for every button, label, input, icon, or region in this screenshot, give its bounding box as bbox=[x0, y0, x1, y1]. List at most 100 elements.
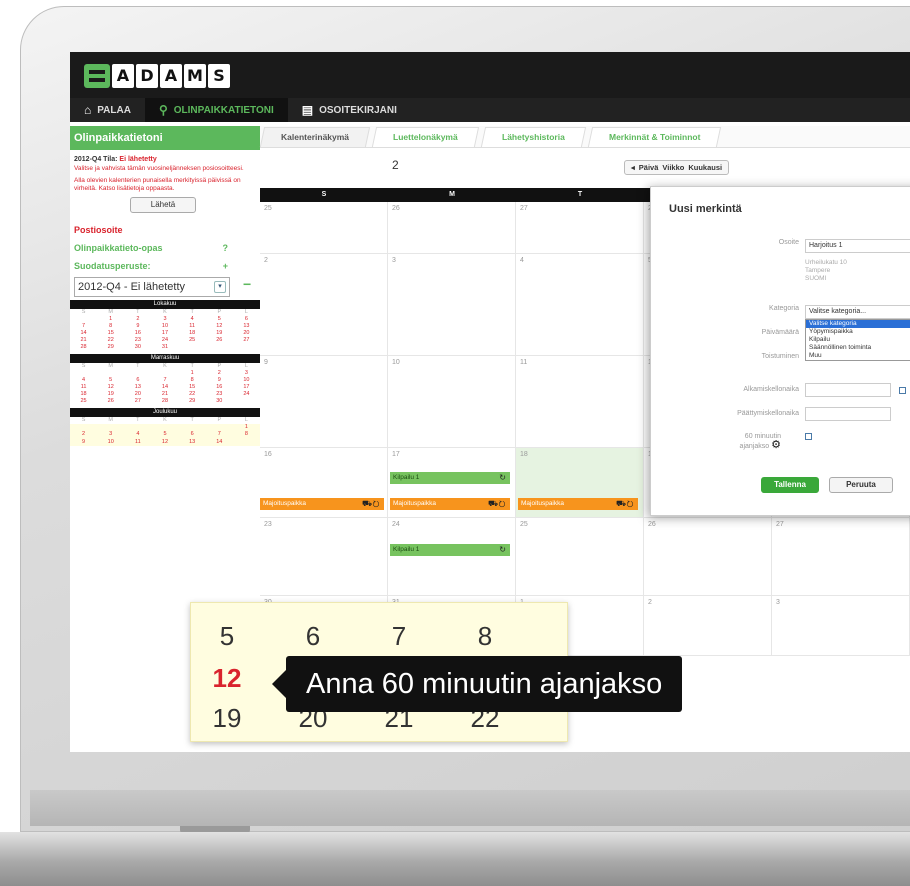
mini-day[interactable]: 8 bbox=[97, 323, 124, 330]
mini-day[interactable]: 7 bbox=[151, 377, 178, 384]
mini-day[interactable]: 4 bbox=[124, 431, 151, 438]
calendar-day-cell[interactable]: 2 bbox=[644, 596, 772, 656]
mini-day[interactable]: 2 bbox=[124, 316, 151, 323]
mini-day[interactable]: 29 bbox=[97, 344, 124, 351]
mini-day[interactable]: 2 bbox=[70, 431, 97, 438]
mini-day[interactable]: 10 bbox=[233, 377, 260, 384]
mini-day[interactable] bbox=[97, 370, 124, 377]
mini-day[interactable]: 1 bbox=[97, 316, 124, 323]
nav-address-book[interactable]: ▤ OSOITEKIRJANI bbox=[288, 98, 411, 122]
mini-day[interactable]: 12 bbox=[206, 323, 233, 330]
mini-day[interactable]: 6 bbox=[124, 377, 151, 384]
mini-day[interactable]: 26 bbox=[97, 398, 124, 405]
category-option[interactable]: Valitse kategoria bbox=[806, 320, 910, 328]
mini-day[interactable]: 18 bbox=[179, 330, 206, 337]
mini-day[interactable]: 12 bbox=[151, 439, 178, 446]
mini-day[interactable]: 5 bbox=[206, 316, 233, 323]
mini-day[interactable]: 14 bbox=[70, 330, 97, 337]
start-time-field[interactable] bbox=[805, 383, 891, 397]
mini-day[interactable]: 2 bbox=[206, 370, 233, 377]
mini-day[interactable]: 13 bbox=[179, 439, 206, 446]
event-competition[interactable]: Kilpailu 1 ↻ bbox=[390, 544, 510, 556]
mini-day[interactable] bbox=[179, 424, 206, 431]
mini-day[interactable]: 3 bbox=[97, 431, 124, 438]
day-view-button[interactable]: Päivä bbox=[639, 163, 659, 172]
mini-day[interactable]: 12 bbox=[97, 384, 124, 391]
mini-day[interactable]: 23 bbox=[206, 391, 233, 398]
mini-day[interactable]: 28 bbox=[70, 344, 97, 351]
calendar-day-cell[interactable]: 9 bbox=[260, 356, 388, 448]
mini-day[interactable]: 30 bbox=[124, 344, 151, 351]
nav-location[interactable]: ⚲ OLINPAIKKATIETONI bbox=[144, 98, 288, 122]
mini-day[interactable]: 9 bbox=[70, 439, 97, 446]
category-dropdown[interactable]: Valitse kategoria Yöpymispaikka Kilpailu… bbox=[805, 319, 910, 361]
mini-day[interactable]: 10 bbox=[97, 439, 124, 446]
mini-day[interactable]: 17 bbox=[151, 330, 178, 337]
mini-day[interactable]: 7 bbox=[206, 431, 233, 438]
mini-day[interactable]: 27 bbox=[233, 337, 260, 344]
mini-day[interactable]: 24 bbox=[233, 391, 260, 398]
save-button[interactable]: Tallenna bbox=[761, 477, 819, 493]
help-icon[interactable]: ? bbox=[223, 243, 229, 253]
calendar-day-cell[interactable]: 26 bbox=[644, 518, 772, 596]
mini-day[interactable]: 20 bbox=[233, 330, 260, 337]
mini-day[interactable] bbox=[151, 370, 178, 377]
month-view-button[interactable]: Kuukausi bbox=[688, 163, 722, 172]
filters-link[interactable]: Suodatusperuste: + bbox=[70, 253, 260, 271]
calendar-day-cell[interactable]: 10 bbox=[388, 356, 516, 448]
mini-day[interactable]: 24 bbox=[151, 337, 178, 344]
calendar-day-cell[interactable]: 2 bbox=[260, 254, 388, 356]
mini-day[interactable]: 19 bbox=[97, 391, 124, 398]
calendar-day-cell[interactable]: 3 bbox=[772, 596, 910, 656]
category-option[interactable]: Kilpailu bbox=[806, 336, 910, 344]
filter-select[interactable]: 2012-Q4 - Ei lähetetty ▾ bbox=[74, 277, 230, 297]
mini-day[interactable]: 14 bbox=[206, 439, 233, 446]
mini-day[interactable]: 17 bbox=[233, 384, 260, 391]
mini-day[interactable]: 6 bbox=[179, 431, 206, 438]
mini-day[interactable] bbox=[70, 316, 97, 323]
mini-day[interactable]: 14 bbox=[151, 384, 178, 391]
cancel-button[interactable]: Peruuta bbox=[829, 477, 893, 493]
mini-day[interactable]: 29 bbox=[179, 398, 206, 405]
mini-day[interactable] bbox=[97, 424, 124, 431]
mini-day[interactable]: 8 bbox=[179, 377, 206, 384]
category-option[interactable]: Säännöllinen toiminta bbox=[806, 344, 910, 352]
mini-day[interactable] bbox=[206, 424, 233, 431]
week-view-button[interactable]: Viikko bbox=[662, 163, 684, 172]
remove-filter-icon[interactable]: − bbox=[243, 276, 251, 292]
category-option[interactable]: Yöpymispaikka bbox=[806, 328, 910, 336]
mini-day[interactable]: 15 bbox=[97, 330, 124, 337]
mini-day[interactable]: 13 bbox=[124, 384, 151, 391]
mini-day[interactable]: 20 bbox=[124, 391, 151, 398]
postal-address-link[interactable]: Postiosoite bbox=[70, 213, 260, 235]
adams-logo[interactable]: A D A M S bbox=[84, 64, 230, 88]
add-icon[interactable]: + bbox=[223, 261, 228, 271]
calendar-day-cell[interactable]: 25 bbox=[260, 202, 388, 254]
mini-day[interactable] bbox=[124, 424, 151, 431]
event-lodging[interactable]: Majoituspaikka ⛟↻ bbox=[518, 498, 638, 510]
mini-day[interactable]: 5 bbox=[151, 431, 178, 438]
tab-calendar[interactable]: Kalenterinäkymä bbox=[259, 127, 371, 147]
mini-day[interactable]: 15 bbox=[179, 384, 206, 391]
mini-day[interactable]: 21 bbox=[151, 391, 178, 398]
send-button[interactable]: Lähetä bbox=[130, 197, 196, 213]
calendar-day-cell[interactable]: 4 bbox=[516, 254, 644, 356]
mini-day[interactable]: 7 bbox=[70, 323, 97, 330]
calendar-day-cell[interactable]: 3 bbox=[388, 254, 516, 356]
mini-day[interactable]: 11 bbox=[124, 439, 151, 446]
mini-day[interactable]: 3 bbox=[233, 370, 260, 377]
mini-day[interactable]: 30 bbox=[206, 398, 233, 405]
event-lodging[interactable]: Majoituspaikka ⛟↻ bbox=[390, 498, 510, 510]
mini-day[interactable]: 16 bbox=[124, 330, 151, 337]
slot-checkbox[interactable] bbox=[805, 433, 812, 440]
calendar-day-cell[interactable]: 23 bbox=[260, 518, 388, 596]
mini-day[interactable]: 1 bbox=[233, 424, 260, 431]
calendar-day-cell[interactable]: 24 bbox=[388, 518, 516, 596]
mini-day[interactable]: 23 bbox=[124, 337, 151, 344]
nav-back[interactable]: ⌂ PALAA bbox=[70, 98, 145, 122]
mini-day[interactable]: 4 bbox=[70, 377, 97, 384]
mini-day[interactable] bbox=[70, 424, 97, 431]
end-time-field[interactable] bbox=[805, 407, 891, 421]
mini-day[interactable]: 31 bbox=[151, 344, 178, 351]
tab-history[interactable]: Lähetyshistoria bbox=[480, 127, 586, 147]
